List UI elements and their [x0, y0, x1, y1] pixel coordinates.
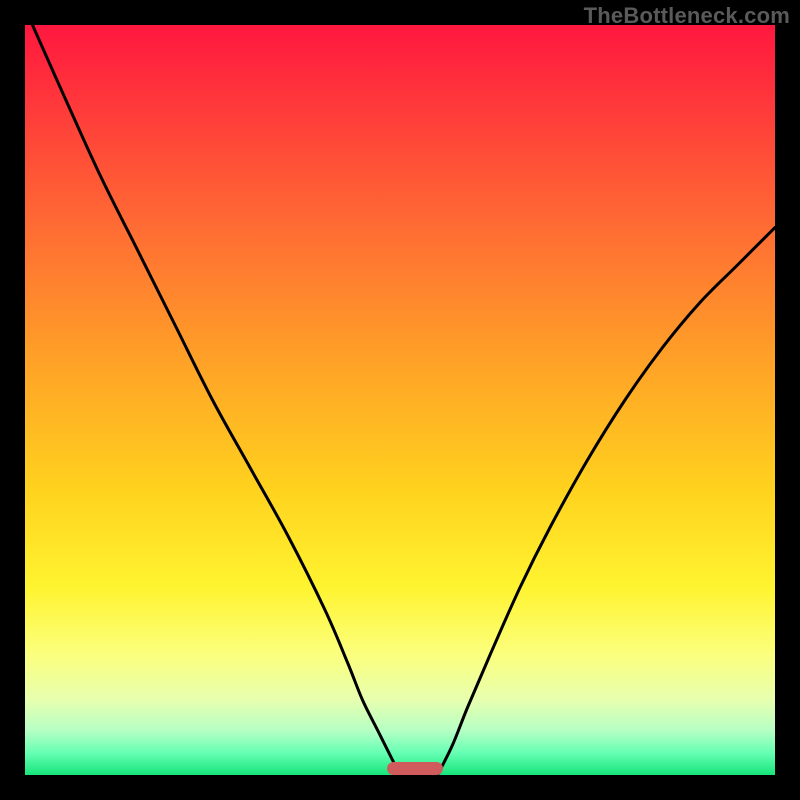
- plot-area: [25, 25, 775, 775]
- watermark-text: TheBottleneck.com: [584, 3, 790, 29]
- bottleneck-marker: [387, 762, 443, 776]
- curves-layer: [25, 25, 775, 775]
- left-curve: [33, 25, 401, 775]
- outer-frame: TheBottleneck.com: [0, 0, 800, 800]
- right-curve: [438, 228, 776, 776]
